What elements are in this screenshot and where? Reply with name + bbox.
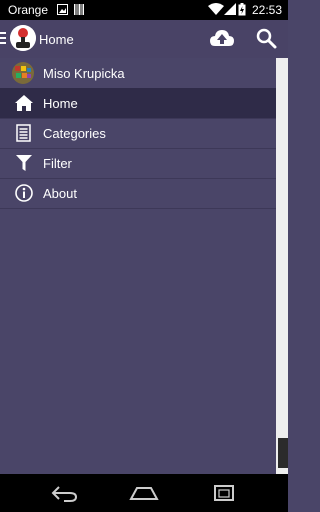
drawer-item-label: Filter [43,156,72,171]
drawer-item-categories[interactable]: Categories [0,118,276,149]
drawer-item-about[interactable]: About [0,178,276,209]
drawer-toggle-icon[interactable] [0,32,6,47]
barcode-notification-icon [74,4,84,15]
cloud-upload-icon[interactable] [209,27,235,51]
drawer-item-user[interactable]: Miso Krupicka [0,58,276,89]
home-nav-icon[interactable] [129,483,159,503]
carrier-label: Orange [8,3,49,17]
system-nav-bar [0,474,288,512]
drawer-item-label: Categories [43,126,106,141]
drawer-item-label: About [43,186,77,201]
action-bar: Home [0,20,288,58]
user-name: Miso Krupicka [43,66,125,81]
back-icon[interactable] [50,483,80,503]
page-title[interactable]: Home [39,32,74,47]
filter-icon [16,155,32,171]
drawer-item-home[interactable]: Home [0,88,276,119]
image-notification-icon [57,4,68,15]
content-fragment [278,438,288,468]
clock: 22:53 [251,3,282,17]
main-content-edge[interactable] [276,58,288,474]
search-icon[interactable] [254,27,280,51]
status-bar: Orange 22:53 [0,0,288,20]
info-icon [15,184,33,202]
app-logo-icon[interactable] [10,25,36,51]
signal-icon [224,3,236,15]
user-avatar-icon [12,62,34,84]
list-icon [16,124,31,142]
drawer-item-filter[interactable]: Filter [0,148,276,179]
battery-icon [238,3,246,16]
navigation-drawer: Miso Krupicka Home Categories Filter Abo… [0,58,276,474]
wifi-icon [208,3,224,15]
recent-apps-icon[interactable] [209,483,239,503]
drawer-item-label: Home [43,96,78,111]
home-icon [15,95,33,111]
